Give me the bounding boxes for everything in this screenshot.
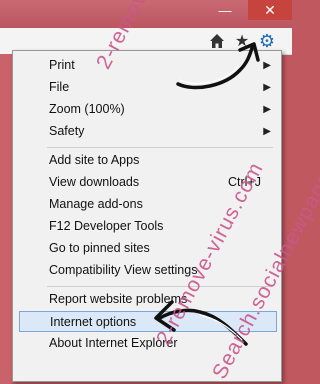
menu-item-zoom[interactable]: Zoom (100%) ▶ <box>19 99 277 120</box>
menu-item-label: F12 Developer Tools <box>49 219 164 233</box>
menu-item-add-site-to-apps[interactable]: Add site to Apps <box>19 150 277 171</box>
menu-item-label: Report website problems <box>49 292 188 306</box>
minimize-button[interactable]: — <box>204 0 246 20</box>
menu-item-report-problems[interactable]: Report website problems <box>19 289 277 310</box>
menu-item-label: Manage add-ons <box>49 197 143 211</box>
menu-item-label: Internet options <box>50 315 137 329</box>
menu-item-label: About Internet Explorer <box>49 336 178 350</box>
menu-item-pinned-sites[interactable]: Go to pinned sites <box>19 238 277 259</box>
tools-menu: Print ▶ File ▶ Zoom (100%) ▶ Safety ▶ Ad… <box>12 50 282 382</box>
menu-item-label: View downloads <box>49 175 140 189</box>
tools-button[interactable]: ⚙ <box>257 31 277 51</box>
menu-item-file[interactable]: File ▶ <box>19 77 277 98</box>
menu-item-print[interactable]: Print ▶ <box>19 55 277 76</box>
menu-item-about-ie[interactable]: About Internet Explorer <box>19 333 277 354</box>
close-icon: ✕ <box>264 1 276 18</box>
menu-separator <box>47 147 273 148</box>
menu-item-label: Compatibility View settings <box>49 263 198 277</box>
submenu-arrow-icon: ▶ <box>263 126 271 137</box>
window-titlebar: — ✕ <box>0 0 292 28</box>
menu-item-label: Safety <box>49 124 85 138</box>
menu-item-label: File <box>49 80 70 94</box>
menu-item-label: Zoom (100%) <box>49 102 125 116</box>
menu-item-label: Go to pinned sites <box>49 241 150 255</box>
submenu-arrow-icon: ▶ <box>263 104 271 115</box>
menu-item-shortcut: Ctrl+J <box>228 175 261 189</box>
menu-separator <box>47 286 273 287</box>
submenu-arrow-icon: ▶ <box>263 82 271 93</box>
star-icon: ★ <box>234 33 250 50</box>
home-icon <box>210 34 224 48</box>
minimize-icon: — <box>218 2 232 18</box>
menu-item-label: Print <box>49 58 75 72</box>
menu-item-view-downloads[interactable]: View downloads Ctrl+J <box>19 172 277 193</box>
submenu-arrow-icon: ▶ <box>263 60 271 71</box>
favorites-button[interactable]: ★ <box>232 31 252 51</box>
page-background-strip <box>0 54 12 384</box>
menu-item-internet-options[interactable]: Internet options <box>19 311 277 332</box>
gear-icon: ⚙ <box>258 30 276 51</box>
menu-item-compatibility-view[interactable]: Compatibility View settings <box>19 260 277 281</box>
home-button[interactable] <box>207 31 227 51</box>
menu-item-manage-addons[interactable]: Manage add-ons <box>19 194 277 215</box>
menu-item-safety[interactable]: Safety ▶ <box>19 121 277 142</box>
close-button[interactable]: ✕ <box>248 0 292 20</box>
menu-item-f12-developer-tools[interactable]: F12 Developer Tools <box>19 216 277 237</box>
menu-item-label: Add site to Apps <box>49 153 140 167</box>
